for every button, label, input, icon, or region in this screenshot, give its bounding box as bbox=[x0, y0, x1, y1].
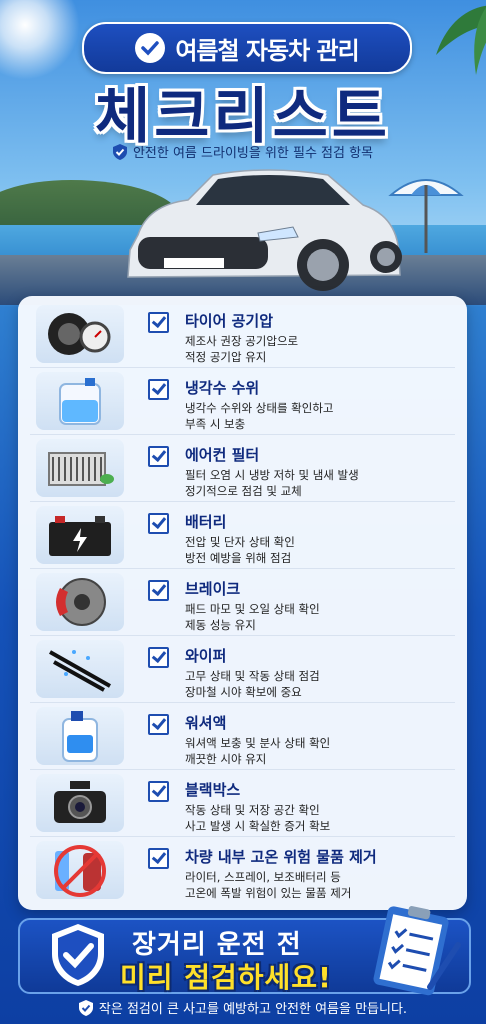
air-filter-icon bbox=[36, 439, 124, 497]
item-title: 워셔액 bbox=[185, 714, 227, 732]
list-item: 브레이크 패드 마모 및 오일 상태 확인 제동 성능 유지 bbox=[18, 568, 467, 635]
battery-icon bbox=[36, 506, 124, 564]
shield-check-icon bbox=[78, 999, 93, 1016]
list-item: 에어컨 필터 필터 오염 시 냉방 저하 및 냄새 발생 정기적으로 점검 및 교… bbox=[18, 434, 467, 501]
item-title: 브레이크 bbox=[185, 580, 241, 598]
list-item: 워셔액 워셔액 보충 및 분사 상태 확인 깨끗한 시야 유지 bbox=[18, 702, 467, 769]
item-title: 타이어 공기압 bbox=[185, 312, 274, 330]
item-title: 와이퍼 bbox=[185, 647, 227, 665]
tire-gauge-icon bbox=[36, 305, 124, 363]
item-checkbox[interactable] bbox=[148, 513, 169, 534]
item-checkbox[interactable] bbox=[148, 848, 169, 869]
item-desc: 작동 상태 및 저장 공간 확인 사고 발생 시 확실한 증거 확보 bbox=[185, 803, 331, 833]
item-desc: 제조사 권장 공기압으로 적정 공기압 유지 bbox=[185, 334, 299, 364]
wiper-icon bbox=[36, 640, 124, 698]
car-image bbox=[127, 169, 402, 291]
item-title: 블랙박스 bbox=[185, 781, 241, 799]
header-pill-text: 여름철 자동차 관리 bbox=[175, 36, 359, 65]
item-checkbox[interactable] bbox=[148, 446, 169, 467]
shield-check-icon bbox=[52, 924, 104, 986]
item-desc: 패드 마모 및 오일 상태 확인 제동 성능 유지 bbox=[185, 602, 320, 632]
item-desc: 필터 오염 시 냉방 저하 및 냄새 발생 정기적으로 점검 및 교체 bbox=[185, 468, 359, 498]
list-item: 냉각수 수위 냉각수 수위와 상태를 확인하고 부족 시 보충 bbox=[18, 367, 467, 434]
checklist-card: 타이어 공기압 제조사 권장 공기압으로 적정 공기압 유지 냉각수 수위 냉각수… bbox=[18, 296, 467, 910]
item-checkbox[interactable] bbox=[148, 379, 169, 400]
item-desc: 라이터, 스프레이, 보조배터리 등 고온에 폭발 위험이 있는 물품 제거 bbox=[185, 870, 352, 900]
banner-line2: 미리 점검하세요! bbox=[120, 961, 332, 994]
footer: 작은 점검이 큰 사고를 예방하고 안전한 여름을 만듭니다. bbox=[0, 998, 486, 1017]
footer-text: 작은 점검이 큰 사고를 예방하고 안전한 여름을 만듭니다. bbox=[98, 1002, 408, 1017]
header-pill: 여름철 자동차 관리 bbox=[82, 22, 412, 74]
coolant-icon bbox=[36, 372, 124, 430]
list-item: 차량 내부 고온 위험 물품 제거 라이터, 스프레이, 보조배터리 등 고온에 … bbox=[18, 836, 467, 903]
washer-fluid-icon bbox=[36, 707, 124, 765]
hazard-items-icon bbox=[36, 841, 124, 899]
item-checkbox[interactable] bbox=[148, 714, 169, 735]
item-title: 에어컨 필터 bbox=[185, 446, 260, 464]
list-item: 와이퍼 고무 상태 및 작동 상태 점검 장마철 시야 확보에 중요 bbox=[18, 635, 467, 702]
item-title: 냉각수 수위 bbox=[185, 379, 260, 397]
clipboard-icon bbox=[373, 906, 461, 996]
list-item: 배터리 전압 및 단자 상태 확인 방전 예방을 위해 점검 bbox=[18, 501, 467, 568]
item-desc: 전압 및 단자 상태 확인 방전 예방을 위해 점검 bbox=[185, 535, 295, 565]
item-title: 차량 내부 고온 위험 물품 제거 bbox=[185, 848, 377, 866]
item-checkbox[interactable] bbox=[148, 580, 169, 601]
brake-icon bbox=[36, 573, 124, 631]
item-checkbox[interactable] bbox=[148, 781, 169, 802]
item-desc: 워셔액 보충 및 분사 상태 확인 깨끗한 시야 유지 bbox=[185, 736, 331, 766]
item-title: 배터리 bbox=[185, 513, 227, 531]
list-item: 타이어 공기압 제조사 권장 공기압으로 적정 공기압 유지 bbox=[18, 300, 467, 367]
item-desc: 냉각수 수위와 상태를 확인하고 부족 시 보충 bbox=[185, 401, 334, 431]
item-checkbox[interactable] bbox=[148, 312, 169, 333]
item-checkbox[interactable] bbox=[148, 647, 169, 668]
item-desc: 고무 상태 및 작동 상태 점검 장마철 시야 확보에 중요 bbox=[185, 669, 320, 699]
subtitle-text: 안전한 여름 드라이빙을 위한 필수 점검 항목 bbox=[132, 146, 374, 161]
subtitle: 안전한 여름 드라이빙을 위한 필수 점검 항목 bbox=[0, 142, 486, 161]
dashcam-icon bbox=[36, 774, 124, 832]
shield-check-icon bbox=[112, 143, 127, 160]
list-item: 블랙박스 작동 상태 및 저장 공간 확인 사고 발생 시 확실한 증거 확보 bbox=[18, 769, 467, 836]
poster: 여름철 자동차 관리 체크리스트 안전한 여름 드라이빙을 위한 필수 점검 항… bbox=[0, 0, 486, 1024]
check-circle-icon bbox=[135, 33, 166, 63]
